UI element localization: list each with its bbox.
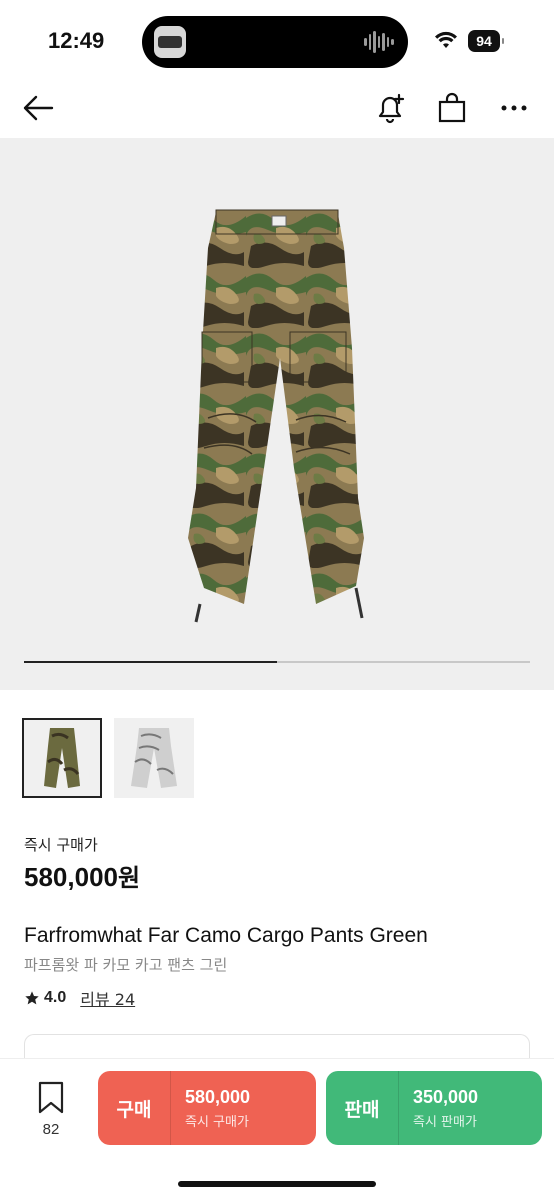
thumbnail-image [44, 728, 80, 788]
waveform-icon [364, 30, 395, 54]
price-value: 580,000 [24, 862, 118, 892]
sell-label: 판매 [344, 1098, 380, 1121]
wifi-icon [435, 31, 457, 48]
back-button[interactable] [20, 90, 56, 126]
now-playing-artwork [154, 26, 186, 58]
wishlist-button[interactable]: 82 [28, 1081, 74, 1138]
sell-button[interactable]: 판매 350,000 즉시 판매가 [326, 1071, 542, 1145]
rating-row: 4.0 리뷰 24 [24, 986, 135, 1010]
cart-button[interactable] [434, 90, 470, 126]
thumbnail-list [22, 718, 194, 798]
carousel-progress-fill [24, 661, 277, 663]
buy-label: 구매 [116, 1098, 152, 1121]
thumbnail-image [131, 728, 177, 788]
product-image [188, 209, 364, 623]
buy-button[interactable]: 구매 580,000 즉시 구매가 [98, 1071, 316, 1145]
status-time: 12:49 [48, 28, 105, 53]
thumbnail-camo-grey[interactable] [114, 718, 194, 798]
status-bar: 12:49 94 [0, 0, 554, 80]
buy-price: 580,000 [185, 1086, 251, 1107]
arrow-left-icon [23, 95, 54, 121]
top-nav [0, 80, 554, 136]
product-name-en: Farfromwhat Far Camo Cargo Pants Green [24, 924, 428, 947]
product-name-ko: 파프롬왓 파 카모 카고 팬츠 그린 [24, 956, 228, 974]
rating-value: 4.0 [44, 989, 67, 1006]
dynamic-island[interactable] [142, 16, 408, 68]
price-unit: 원 [117, 864, 141, 892]
bookmark-icon [38, 1081, 64, 1114]
bell-plus-icon [378, 93, 405, 124]
bottom-action-bar: 82 구매 580,000 즉시 구매가 판매 350,000 즉시 판매가 [0, 1058, 554, 1200]
review-link[interactable]: 리뷰 24 [80, 986, 135, 1010]
carousel-progress [24, 661, 530, 663]
more-button[interactable] [496, 90, 532, 126]
home-indicator[interactable] [178, 1181, 376, 1187]
star-icon [25, 991, 39, 1005]
wishlist-count: 82 [42, 1121, 60, 1138]
sell-price: 350,000 [413, 1086, 479, 1107]
buy-sub: 즉시 구매가 [185, 1114, 249, 1130]
thumbnail-camo-green[interactable] [22, 718, 102, 798]
battery-indicator: 94 [468, 30, 504, 52]
sell-info: 350,000 즉시 판매가 [399, 1087, 478, 1130]
more-horizontal-icon [501, 105, 527, 111]
shopping-bag-icon [438, 92, 466, 123]
price: 580,000원 [24, 858, 140, 893]
price-label: 즉시 구매가 [24, 836, 98, 854]
sell-sub: 즉시 판매가 [413, 1114, 477, 1130]
price-alert-button[interactable] [372, 90, 408, 126]
product-image-carousel[interactable] [0, 138, 554, 690]
buy-info: 580,000 즉시 구매가 [171, 1087, 250, 1130]
